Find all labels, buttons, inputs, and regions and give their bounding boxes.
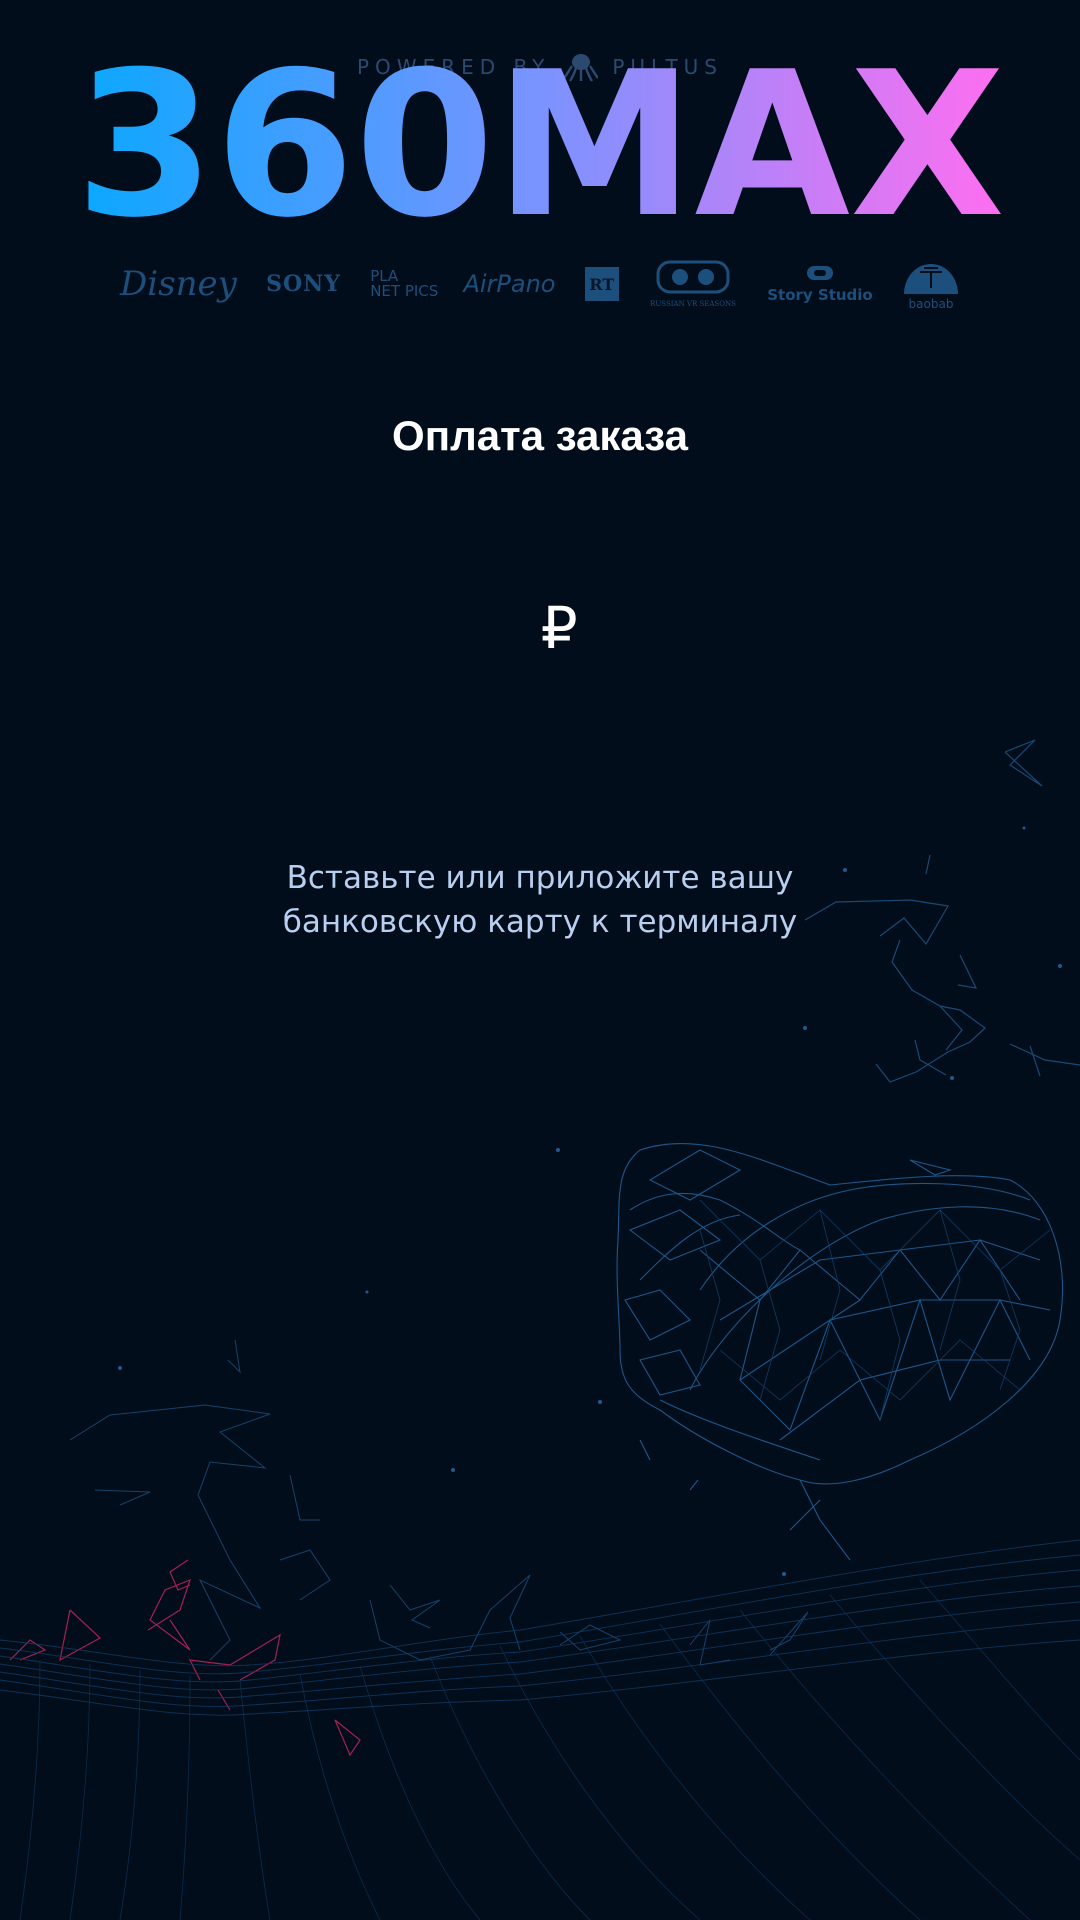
brand-logo-text: 360MAX <box>75 62 1005 222</box>
rvr-caption: RUSSIAN VR SEASONS <box>650 300 736 308</box>
card-instruction: Вставьте или приложите вашу банковскую к… <box>240 856 840 944</box>
wave-mesh <box>0 1539 1080 1716</box>
partner-baobab-logo: baobab <box>902 258 960 311</box>
brand-logo-360max: 360MAX <box>75 62 1005 222</box>
pink-accent-shapes <box>9 1559 361 1757</box>
instruction-line-2: банковскую карту к терминалу <box>282 904 798 940</box>
partner-story-studio-logo: Story Studio <box>767 264 873 304</box>
payment-amount: ₽ <box>0 594 1080 662</box>
baobab-icon <box>903 263 958 294</box>
baobab-label: baobab <box>908 296 954 311</box>
story-studio-label: Story Studio <box>767 286 873 304</box>
partner-planet-pics-logo: PLA NET PICS <box>370 269 438 299</box>
currency-symbol: ₽ <box>540 594 578 662</box>
vr-headset-wireframe <box>616 1143 1064 1561</box>
partner-airpano-logo: AirPano <box>463 270 556 298</box>
partner-rt-logo: RT <box>584 267 619 301</box>
partner-disney-logo: Disney <box>120 264 237 304</box>
planet-line-2: NET PICS <box>370 282 439 300</box>
constellation-lower-left <box>69 1339 809 1666</box>
story-studio-icon <box>806 266 833 280</box>
partner-logos: Disney SONY PLA NET PICS AirPano RT RUSS… <box>120 256 960 312</box>
partner-russian-vr-seasons-logo: RUSSIAN VR SEASONS <box>648 260 738 308</box>
constellation-top-right <box>804 739 1080 1083</box>
page-title: Оплата заказа <box>392 412 688 459</box>
partner-sony-logo: SONY <box>266 271 341 297</box>
instruction-line-1: Вставьте или приложите вашу <box>286 860 794 896</box>
